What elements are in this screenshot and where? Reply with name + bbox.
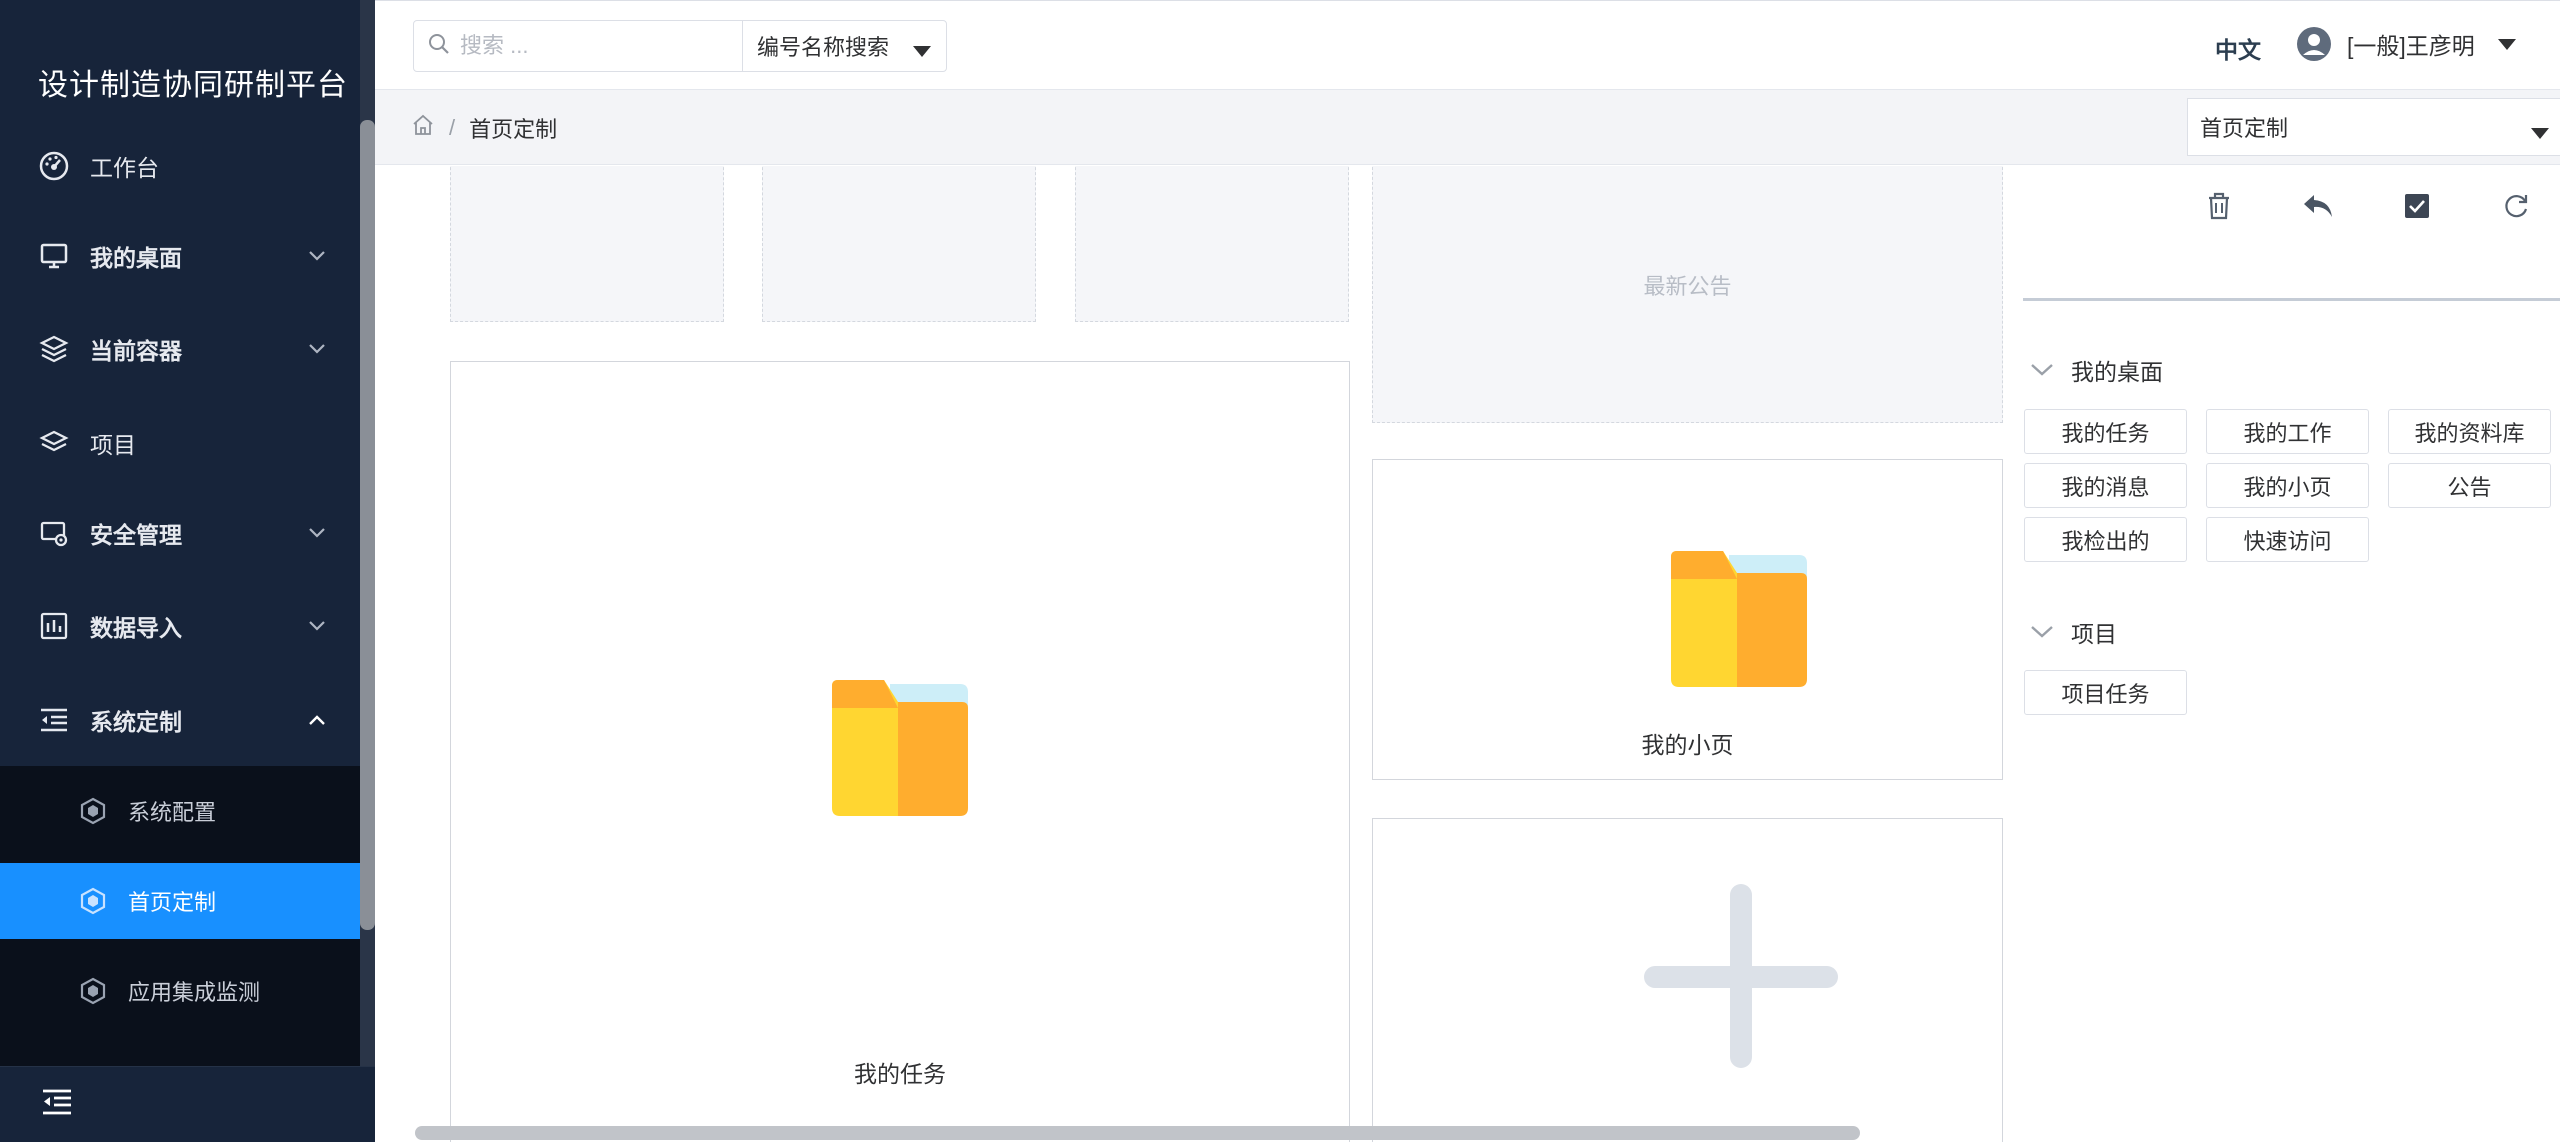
sidebar-subitem-label: 系统配置 [128,800,217,825]
sidebar-item-data-import[interactable]: 数据导入 [0,580,360,672]
cube-icon [78,796,108,826]
sidebar-item-project[interactable]: 项目 [0,397,360,489]
layout-canvas: 最新公告 我的任务 我的小页 [375,166,2003,1142]
breadcrumb-current: 首页定制 [469,117,558,142]
sidebar-item-label: 项目 [90,432,136,458]
widget-title: 我的小页 [1641,732,1734,758]
horizontal-scrollbar[interactable] [415,1126,1860,1140]
search-mode-select[interactable]: 编号名称搜索 [742,20,947,72]
widget-chip[interactable]: 我的工作 [2206,409,2369,454]
user-menu[interactable]: [一般]王彦明 [2295,25,2517,63]
widget-chip[interactable]: 快速访问 [2206,517,2369,562]
plus-icon [1641,881,1841,1086]
brand-title: 设计制造协同研制平台 [38,69,348,102]
chevron-down-icon [304,243,330,269]
page-template-label: 首页定制 [2200,116,2289,141]
user-avatar-icon [2295,25,2333,63]
sidebar-item-label: 系统定制 [90,709,182,735]
sidebar-subitem-system-config[interactable]: 系统配置 [0,773,360,849]
group-title: 项目 [2071,621,2117,647]
widget-card-my-page[interactable]: 我的小页 [1372,459,2003,780]
add-widget-card[interactable] [1372,818,2003,1142]
cube-icon [78,976,108,1006]
search-mode-label: 编号名称搜索 [757,35,890,60]
caret-down-icon [2497,31,2517,58]
sidebar-item-label: 安全管理 [90,522,182,548]
sidebar-subitem-label: 应用集成监测 [128,980,261,1005]
chevron-down-icon [304,520,330,546]
sidebar-item-label: 我的桌面 [90,245,182,271]
sidebar-subitem-label: 首页定制 [128,890,217,915]
sidebar-item-label: 工作台 [90,155,159,181]
widget-panel: 我的桌面 我的任务 我的工作 我的资料库 我的消息 我的小页 公告 我检出的 快… [2003,166,2560,1142]
placeholder-slot[interactable] [1075,166,1349,322]
chevron-down-icon [2029,619,2055,645]
breadcrumb: / 首页定制 [411,112,557,144]
sidebar: 设计制造协同研制平台 工作台 我的桌面 当前容器 项目 安全管理 数据导入 系统… [0,0,375,1142]
indent-list-icon [38,704,70,736]
group-title: 我的桌面 [2071,359,2163,385]
page-template-select[interactable]: 首页定制 [2187,98,2560,156]
widget-chip[interactable]: 我检出的 [2024,517,2187,562]
sidebar-item-label: 数据导入 [90,615,182,641]
widget-chip[interactable]: 我的资料库 [2388,409,2551,454]
chevron-down-icon [304,336,330,362]
chevron-up-icon [304,707,330,733]
placeholder-slot[interactable] [450,166,724,322]
language-switch[interactable]: 中文 [2215,31,2261,65]
security-settings-icon [38,517,70,549]
sidebar-item-security[interactable]: 安全管理 [0,487,360,579]
user-name: [一般]王彦明 [2347,33,2475,59]
sidebar-item-current-container[interactable]: 当前容器 [0,303,360,395]
placeholder-slot[interactable] [762,166,1036,322]
cube-icon [78,886,108,916]
layers-outline-icon [38,427,70,459]
widget-card-my-tasks[interactable]: 我的任务 [450,361,1350,1142]
widget-chip[interactable]: 公告 [2388,463,2551,508]
collapse-menu-icon[interactable] [40,1087,74,1122]
chevron-down-icon [304,613,330,639]
undo-icon[interactable] [2300,188,2336,224]
search-box [413,20,743,72]
widget-title: 我的任务 [854,1061,946,1087]
caret-down-icon [912,39,932,65]
layers-icon [38,333,70,365]
notice-slot[interactable]: 最新公告 [1372,166,2003,423]
top-header: 编号名称搜索 中文 [一般]王彦明 [375,0,2560,90]
group-header-my-desktop[interactable]: 我的桌面 [2029,353,2163,387]
notice-label: 最新公告 [1643,274,1732,299]
breadcrumb-separator: / [449,115,456,140]
save-check-icon[interactable] [2399,188,2435,224]
refresh-icon[interactable] [2498,188,2534,224]
breadcrumb-bar: / 首页定制 首页定制 [375,90,2560,165]
panel-divider [2023,298,2560,301]
sidebar-item-workbench[interactable]: 工作台 [0,120,360,212]
search-input[interactable] [460,33,720,59]
caret-down-icon [2530,121,2550,147]
widget-chip[interactable]: 我的任务 [2024,409,2187,454]
widget-chip[interactable]: 项目任务 [2024,670,2187,715]
home-icon[interactable] [411,113,435,143]
delete-icon[interactable] [2201,188,2237,224]
sidebar-item-system-custom[interactable]: 系统定制 [0,674,360,766]
widget-chip[interactable]: 我的消息 [2024,463,2187,508]
chevron-down-icon [2029,357,2055,383]
sidebar-item-label: 当前容器 [90,338,182,364]
widget-chip[interactable]: 我的小页 [2206,463,2369,508]
sidebar-subitem-app-monitor[interactable]: 应用集成监测 [0,953,360,1029]
monitor-icon [38,240,70,272]
sidebar-scrollbar[interactable] [360,120,375,930]
sidebar-footer [0,1066,375,1142]
folder-icon [826,674,974,827]
sidebar-subitem-homepage-custom[interactable]: 首页定制 [0,863,360,939]
search-icon [428,33,450,60]
data-import-icon [38,610,70,642]
dashboard-icon [38,150,70,182]
folder-icon [1665,545,1813,698]
sidebar-item-my-desktop[interactable]: 我的桌面 [0,210,360,302]
group-header-project[interactable]: 项目 [2029,615,2117,649]
